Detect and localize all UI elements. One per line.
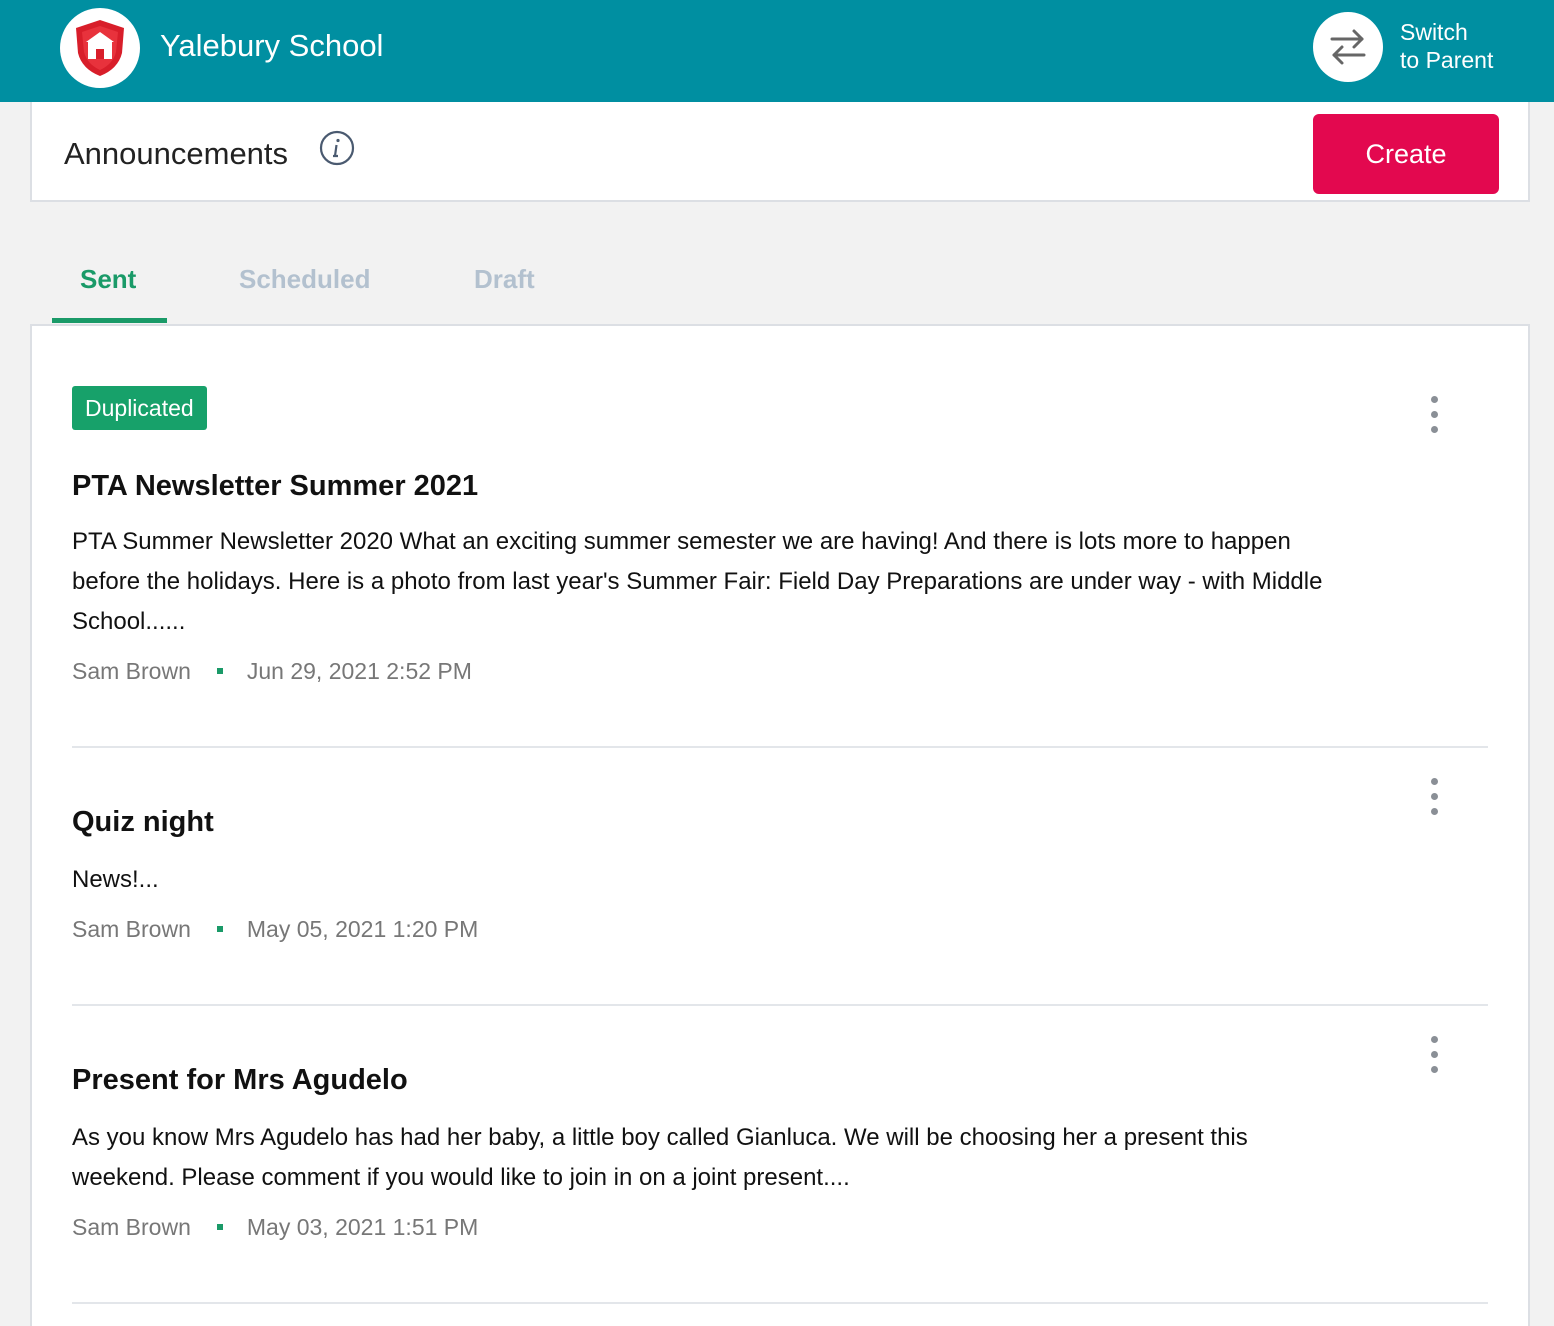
top-bar: Yalebury School Switch to Parent	[0, 0, 1554, 102]
more-options-icon[interactable]	[1424, 396, 1444, 436]
school-name: Yalebury School	[160, 28, 384, 63]
switch-to-parent-button[interactable]	[1313, 12, 1383, 82]
announcement-title[interactable]: Present for Mrs Agudelo	[72, 1064, 408, 1097]
announcement-list: Duplicated PTA Newsletter Summer 2021 PT…	[30, 324, 1530, 1326]
divider	[72, 1004, 1488, 1006]
announcement-meta: Sam Brown Jun 29, 2021 2:52 PM	[72, 658, 472, 685]
create-button[interactable]: Create	[1313, 114, 1499, 194]
divider	[72, 746, 1488, 748]
sent-date: May 03, 2021 1:51 PM	[246, 1214, 479, 1240]
sent-date: May 05, 2021 1:20 PM	[246, 916, 479, 942]
announcement-meta: Sam Brown May 03, 2021 1:51 PM	[72, 1214, 478, 1241]
announcement-meta: Sam Brown May 05, 2021 1:20 PM	[72, 916, 478, 943]
author-name: Sam Brown	[72, 1214, 191, 1240]
switch-to-parent-label[interactable]: Switch to Parent	[1400, 18, 1493, 74]
announcement-title[interactable]: PTA Newsletter Summer 2021	[72, 470, 478, 503]
announcement-title[interactable]: Quiz night	[72, 806, 214, 839]
separator-dot	[216, 668, 223, 675]
announcements-header: Announcements Create	[30, 102, 1530, 202]
tab-sent[interactable]: Sent	[80, 264, 136, 295]
announcement-body: As you know Mrs Agudelo has had her baby…	[72, 1124, 1248, 1191]
separator-dot	[216, 926, 223, 933]
info-icon[interactable]	[319, 130, 355, 166]
switch-label-line1: Switch	[1400, 19, 1468, 45]
sent-date: Jun 29, 2021 2:52 PM	[246, 658, 472, 684]
more-options-icon[interactable]	[1424, 1036, 1444, 1076]
status-tabs: Sent Scheduled Draft	[30, 250, 730, 324]
school-logo[interactable]	[60, 8, 140, 88]
tab-scheduled[interactable]: Scheduled	[239, 264, 370, 295]
announcement-body: News!...	[72, 866, 159, 893]
author-name: Sam Brown	[72, 658, 191, 684]
list-item[interactable]: Duplicated PTA Newsletter Summer 2021 PT…	[72, 386, 1488, 686]
separator-dot	[216, 1224, 223, 1231]
divider	[72, 1302, 1488, 1304]
tab-draft[interactable]: Draft	[474, 264, 535, 295]
page-title: Announcements	[64, 136, 289, 171]
more-options-icon[interactable]	[1424, 778, 1444, 818]
author-name: Sam Brown	[72, 916, 191, 942]
shield-icon	[76, 20, 124, 76]
duplicated-badge: Duplicated	[72, 386, 207, 430]
list-item[interactable]: Present for Mrs Agudelo As you know Mrs …	[72, 1064, 1488, 1244]
switch-label-line2: to Parent	[1400, 47, 1494, 73]
announcement-body: PTA Summer Newsletter 2020 What an excit…	[72, 528, 1323, 635]
list-item[interactable]: Quiz night News!... Sam Brown May 05, 202…	[72, 806, 1488, 946]
active-tab-indicator	[52, 318, 167, 323]
swap-arrows-icon	[1330, 29, 1366, 65]
